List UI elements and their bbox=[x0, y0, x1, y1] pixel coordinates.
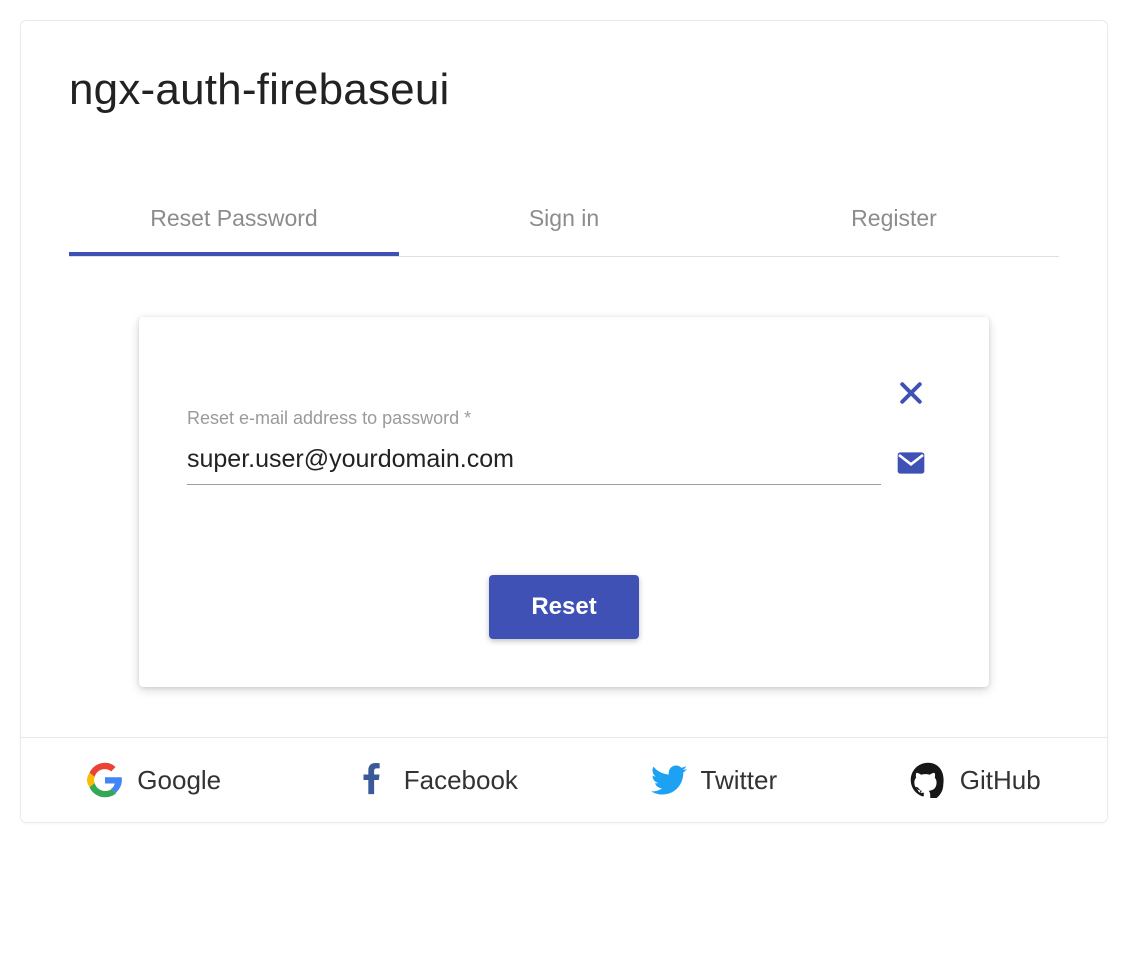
provider-twitter[interactable]: Twitter bbox=[651, 762, 778, 798]
provider-google-label: Google bbox=[137, 765, 221, 796]
provider-github[interactable]: GitHub bbox=[910, 762, 1041, 798]
tab-reset-password[interactable]: Reset Password bbox=[69, 185, 399, 256]
close-icon[interactable] bbox=[895, 377, 927, 409]
email-field[interactable] bbox=[187, 441, 881, 485]
twitter-icon bbox=[651, 762, 687, 798]
tab-register[interactable]: Register bbox=[729, 185, 1059, 256]
tab-sign-in[interactable]: Sign in bbox=[399, 185, 729, 256]
auth-card: ngx-auth-firebaseui Reset Password Sign … bbox=[20, 20, 1108, 823]
mail-icon bbox=[895, 447, 927, 479]
reset-button[interactable]: Reset bbox=[489, 575, 638, 639]
auth-providers: Google Facebook Twitter bbox=[21, 737, 1107, 822]
google-icon bbox=[87, 762, 123, 798]
facebook-icon bbox=[354, 762, 390, 798]
provider-github-label: GitHub bbox=[960, 765, 1041, 796]
github-icon bbox=[910, 762, 946, 798]
provider-google[interactable]: Google bbox=[87, 762, 221, 798]
provider-facebook[interactable]: Facebook bbox=[354, 762, 518, 798]
tabs: Reset Password Sign in Register bbox=[69, 185, 1059, 257]
email-label: Reset e-mail address to password * bbox=[187, 408, 881, 429]
provider-facebook-label: Facebook bbox=[404, 765, 518, 796]
provider-twitter-label: Twitter bbox=[701, 765, 778, 796]
page-title: ngx-auth-firebaseui bbox=[69, 65, 1059, 115]
reset-password-panel: Reset e-mail address to password * bbox=[139, 317, 989, 687]
